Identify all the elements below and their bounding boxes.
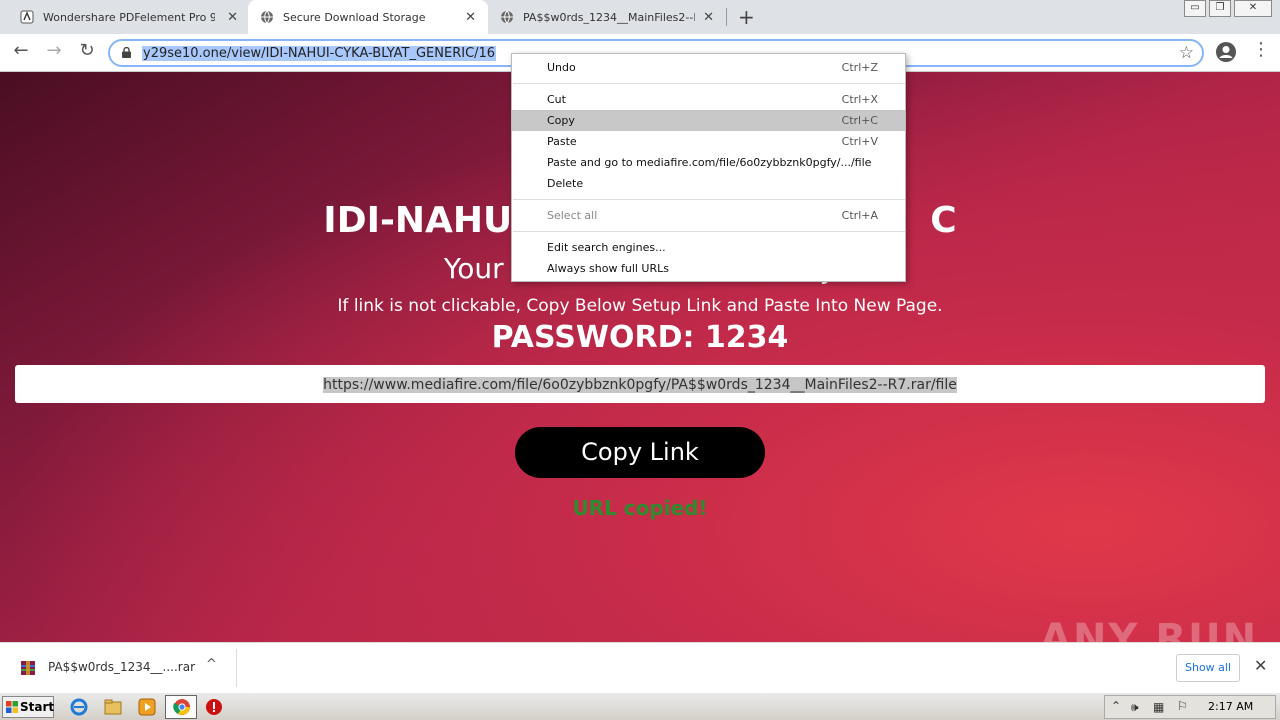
network-icon[interactable]: ▦ [1153, 700, 1164, 714]
action-center-flag-icon[interactable]: ⚐ [1177, 699, 1188, 713]
url-text[interactable]: y29se10.one/view/IDI-NAHUI-CYKA-BLYAT_GE… [142, 46, 497, 61]
tab-strip: Wondershare PDFelement Pro 9.0.4 ✕ Secur… [0, 0, 1280, 34]
file-explorer-icon[interactable] [104, 698, 122, 716]
tab-passwords[interactable]: PA$$w0rds_1234__MainFiles2--R7 ✕ [488, 0, 726, 34]
tab-title: Wondershare PDFelement Pro 9.0.4 [43, 10, 215, 24]
instruction-text: If link is not clickable, Copy Below Set… [337, 296, 943, 316]
menu-item-paste-and-go[interactable]: Paste and go to mediafire.com/file/6o0zy… [512, 152, 905, 173]
start-button[interactable]: Start [2, 696, 54, 718]
close-tab-icon[interactable]: ✕ [703, 10, 714, 25]
menu-item-always-show-full-urls[interactable]: Always show full URLs [512, 258, 905, 279]
subhead-visible-left: Your [443, 252, 504, 285]
anyrun-watermark: ANY RUN [1040, 616, 1259, 642]
url-copied-message: URL copied! [572, 496, 708, 520]
windows-flag-icon [6, 701, 18, 713]
close-window-button[interactable]: ✕ [1234, 0, 1272, 17]
taskbar-clock: 2:17 AM [1208, 700, 1254, 713]
password-text: PASSWORD: 1234 [491, 320, 789, 355]
download-filename[interactable]: PA$$w0rds_1234__....rar [48, 660, 195, 674]
close-tab-icon[interactable]: ✕ [227, 10, 238, 25]
tab-secure-download[interactable]: Secure Download Storage ✕ [248, 0, 488, 34]
globe-icon [261, 10, 273, 24]
pdfelement-icon [20, 10, 34, 24]
reload-button[interactable]: ↻ [75, 40, 99, 61]
menu-item-delete[interactable]: Delete [512, 173, 905, 194]
setup-link-field[interactable]: https://www.mediafire.com/file/6o0zybbzn… [15, 365, 1265, 403]
back-button[interactable]: ← [9, 40, 33, 61]
headline-visible-left: IDI-NAHU [323, 200, 513, 241]
tab-divider [726, 8, 727, 26]
tab-title: PA$$w0rds_1234__MainFiles2--R7 [523, 10, 695, 24]
context-menu: Undo Ctrl+Z Cut Ctrl+X Copy Ctrl+C Paste Ctr… [511, 53, 906, 282]
bookmark-star-icon[interactable]: ☆ [1179, 43, 1194, 63]
menu-item-select-all[interactable]: Select all Ctrl+A [512, 205, 905, 226]
chevron-up-icon[interactable]: ^ [206, 657, 217, 672]
tray-expand-icon[interactable]: ⌃ [1111, 699, 1121, 713]
menu-separator [513, 83, 905, 84]
close-download-bar-icon[interactable]: ✕ [1254, 656, 1267, 675]
new-tab-button[interactable]: + [738, 5, 755, 29]
menu-kebab-icon[interactable]: ⋮ [1252, 39, 1270, 60]
tab-title: Secure Download Storage [283, 10, 426, 24]
lock-icon [122, 47, 131, 58]
restore-button[interactable]: ❐ [1209, 0, 1231, 17]
globe-icon [501, 10, 513, 24]
headline-visible-right: C [930, 200, 957, 241]
menu-item-cut[interactable]: Cut Ctrl+X [512, 89, 905, 110]
download-divider [236, 649, 237, 687]
security-alert-icon[interactable] [205, 698, 223, 716]
forward-button[interactable]: → [42, 40, 66, 61]
show-all-button[interactable]: Show all [1176, 654, 1240, 682]
minimize-button[interactable]: ▭ [1184, 0, 1206, 17]
volume-icon[interactable]: 🕪 [1131, 700, 1139, 715]
tab-pdfelement[interactable]: Wondershare PDFelement Pro 9.0.4 ✕ [0, 0, 248, 34]
media-player-icon[interactable] [138, 698, 156, 716]
copy-link-button[interactable]: Copy Link [515, 427, 765, 478]
taskbar-chrome-button[interactable] [165, 695, 197, 719]
menu-separator [513, 199, 905, 200]
start-label: Start [20, 700, 55, 714]
menu-separator [513, 231, 905, 232]
menu-item-paste[interactable]: Paste Ctrl+V [512, 131, 905, 152]
chrome-icon [173, 699, 190, 715]
windows-taskbar: Start ⌃ 🕪 ▦ ⚐ 2:17 AM [0, 692, 1280, 720]
download-bar: PA$$w0rds_1234__....rar ^ Show all ✕ [0, 642, 1280, 692]
menu-item-undo[interactable]: Undo Ctrl+Z [512, 57, 905, 78]
internet-explorer-icon[interactable] [70, 698, 88, 716]
winrar-archive-icon [21, 661, 35, 675]
setup-link-text[interactable]: https://www.mediafire.com/file/6o0zybbzn… [323, 377, 957, 393]
close-tab-icon[interactable]: ✕ [465, 10, 476, 25]
profile-avatar-icon[interactable] [1215, 41, 1237, 63]
menu-item-copy[interactable]: Copy Ctrl+C [512, 110, 905, 131]
menu-item-edit-search-engines[interactable]: Edit search engines... [512, 237, 905, 258]
